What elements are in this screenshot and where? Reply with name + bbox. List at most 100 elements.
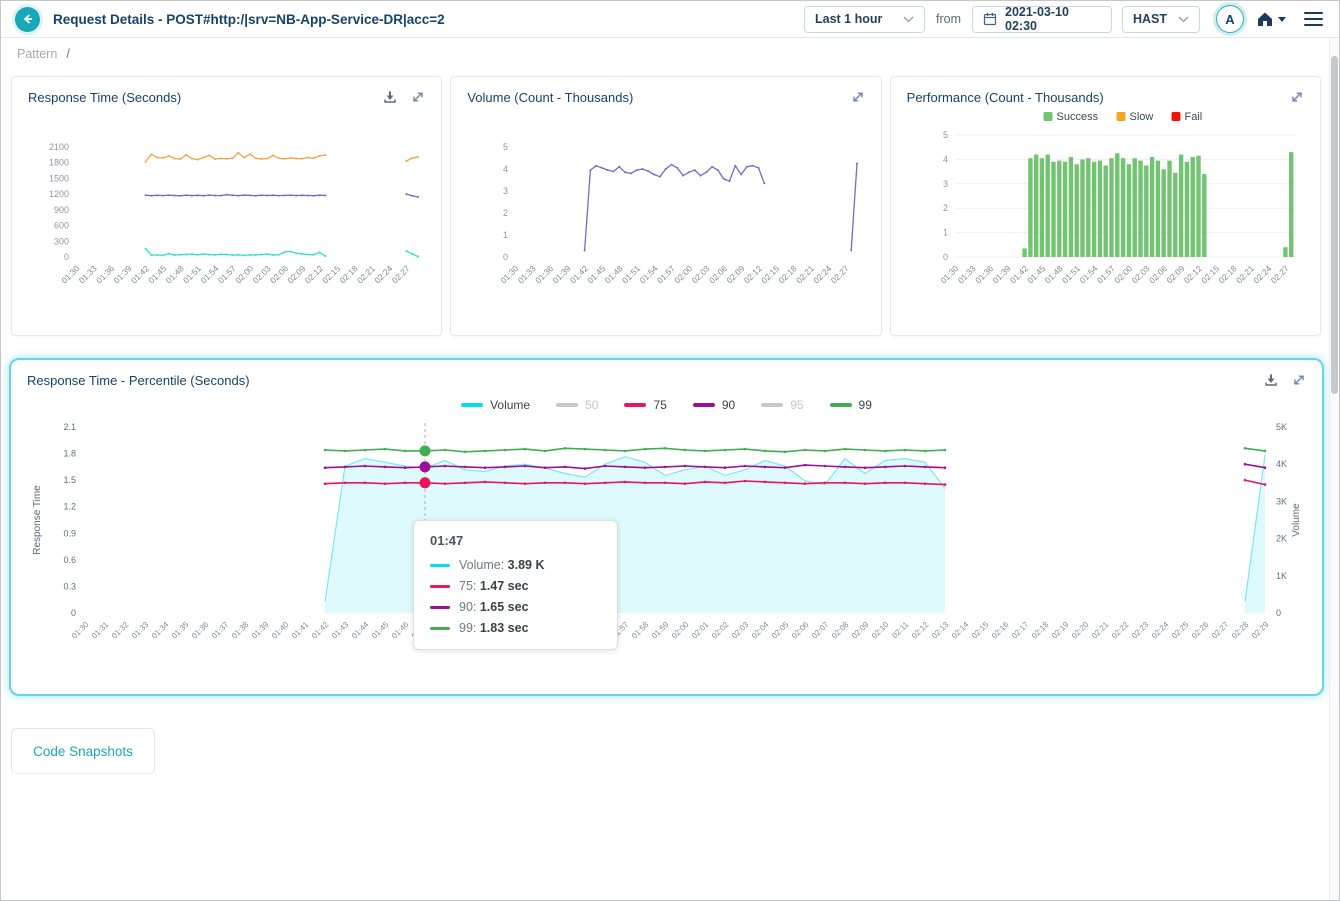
volume-card-title: Volume (Count - Thousands) [467,89,634,105]
svg-text:01:42: 01:42 [1008,263,1030,285]
legend-swatch [692,403,715,407]
legend-swatch [761,403,784,407]
breadcrumb-pattern[interactable]: Pattern [17,47,57,61]
legend-swatch [829,403,852,407]
svg-text:5: 5 [503,142,508,152]
performance-chart[interactable]: 0 1 2 3 4 5 Success Slow Fail 01:3001:3301:3601:3… [907,107,1310,325]
svg-text:01:54: 01:54 [638,263,660,285]
svg-text:02:21: 02:21 [794,263,816,285]
svg-text:02:12: 02:12 [742,263,764,285]
svg-text:01:54: 01:54 [198,263,220,285]
svg-text:02:09: 02:09 [1164,263,1186,285]
svg-text:01:30: 01:30 [59,263,81,285]
svg-text:02:24: 02:24 [812,263,834,285]
svg-text:01:30: 01:30 [70,620,91,641]
svg-text:1.8: 1.8 [63,449,76,459]
menu-icon[interactable] [1302,10,1325,29]
svg-text:02:06: 02:06 [707,263,729,285]
expand-icon[interactable] [851,90,865,104]
legend-swatch [461,403,484,407]
legend-label: Volume [490,398,531,412]
svg-text:2: 2 [943,203,948,213]
expand-icon[interactable] [1290,90,1304,104]
download-icon[interactable] [383,90,397,104]
svg-text:01:40: 01:40 [270,620,291,641]
svg-text:02:27: 02:27 [390,263,412,285]
datetime-picker[interactable]: 2021-03-10 02:30 [972,5,1112,33]
svg-text:Success: Success [1056,111,1098,123]
svg-text:02:19: 02:19 [1050,620,1071,641]
svg-text:3: 3 [943,179,948,189]
svg-text:02:06: 02:06 [268,263,290,285]
svg-text:Volume: Volume [1291,503,1302,537]
svg-text:02:21: 02:21 [355,263,377,285]
svg-text:0: 0 [64,252,69,262]
svg-text:02:04: 02:04 [750,620,771,641]
svg-text:0.6: 0.6 [63,555,76,565]
svg-text:01:33: 01:33 [516,263,538,285]
caret-down-icon [1278,16,1286,22]
svg-text:02:18: 02:18 [1216,263,1238,285]
svg-text:02:15: 02:15 [970,620,991,641]
svg-text:02:25: 02:25 [1170,620,1191,641]
tooltip-row-90: 90: 1.65 sec [430,600,601,614]
context-select[interactable]: HAST [1122,5,1200,33]
svg-text:02:24: 02:24 [1150,620,1171,641]
svg-text:02:03: 02:03 [690,263,712,285]
svg-text:1500: 1500 [49,173,69,183]
svg-text:0.9: 0.9 [63,528,76,538]
svg-text:01:39: 01:39 [551,263,573,285]
legend-label: 90 [721,398,736,412]
svg-text:5: 5 [943,130,948,140]
back-button[interactable] [15,6,40,32]
svg-text:01:48: 01:48 [164,263,186,285]
tooltip-row-text: 75: 1.47 sec [459,579,529,593]
svg-text:01:39: 01:39 [111,263,133,285]
expand-icon[interactable] [411,90,425,104]
svg-text:02:18: 02:18 [777,263,799,285]
svg-text:02:16: 02:16 [990,620,1011,641]
legend-item-90[interactable]: 90 [692,398,736,412]
avatar[interactable]: A [1216,5,1244,33]
svg-text:01:45: 01:45 [586,263,608,285]
legend-item-99[interactable]: 99 [829,398,872,412]
summary-cards-row: Response Time (Seconds) 0 300 600 900 1200 15… [11,76,1321,336]
percentile-chart[interactable]: 0 0.3 0.6 0.9 1.2 1.5 1.8 2.1 0 1K 2K 3K 4K 5K Respons… [27,413,1310,685]
scrollbar-track[interactable] [1329,38,1339,900]
svg-text:01:37: 01:37 [210,620,231,641]
svg-text:01:31: 01:31 [90,620,111,641]
svg-text:01:42: 01:42 [129,263,151,285]
svg-text:01:59: 01:59 [650,620,671,641]
legend-item-75[interactable]: 75 [624,398,667,412]
legend-item-95[interactable]: 95 [761,398,804,412]
download-icon[interactable] [1264,373,1278,387]
breadcrumb-separator: / [66,47,70,61]
svg-text:0: 0 [943,252,948,262]
volume-chart[interactable]: 0 1 2 3 4 5 01:3001:3301:3601:3901:4201:4501:4… [467,107,870,325]
datetime-value: 2021-03-10 02:30 [1005,5,1069,33]
svg-text:01:30: 01:30 [499,263,521,285]
scrollbar-thumb[interactable] [1331,56,1338,394]
svg-text:02:09: 02:09 [850,620,871,641]
svg-text:02:03: 02:03 [251,263,273,285]
svg-text:01:57: 01:57 [1094,263,1116,285]
svg-text:02:07: 02:07 [810,620,831,641]
expand-icon[interactable] [1292,373,1306,387]
legend-item-50[interactable]: 50 [556,398,598,412]
home-menu[interactable] [1256,11,1286,27]
legend-item-volume[interactable]: Volume [461,398,530,412]
svg-text:02:03: 02:03 [1129,263,1151,285]
svg-text:02:15: 02:15 [759,263,781,285]
tab-code-snapshots[interactable]: Code Snapshots [11,728,155,774]
time-range-value: Last 1 hour [815,12,883,26]
response-time-chart[interactable]: 0300600900120015001800210001:3001:3301:3… [28,107,431,325]
svg-text:02:22: 02:22 [1110,620,1131,641]
svg-text:01:57: 01:57 [655,263,677,285]
svg-text:0: 0 [1276,608,1281,618]
time-range-select[interactable]: Last 1 hour [804,5,925,33]
svg-text:02:09: 02:09 [725,263,747,285]
svg-text:5K: 5K [1276,422,1287,432]
svg-text:02:18: 02:18 [338,263,360,285]
svg-text:01:42: 01:42 [568,263,590,285]
svg-text:02:08: 02:08 [830,620,851,641]
